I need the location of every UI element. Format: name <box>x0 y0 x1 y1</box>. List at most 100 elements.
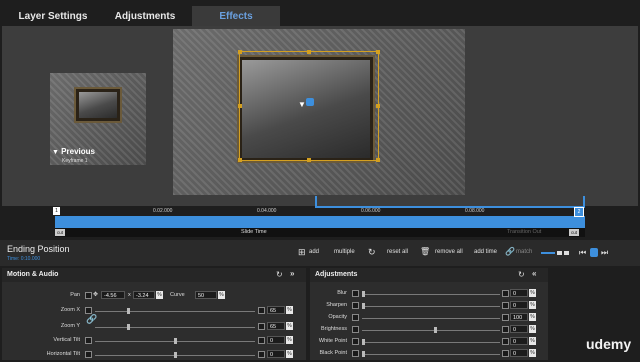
zoom-x-keyframe-checkbox[interactable] <box>85 307 92 314</box>
zoom-x-field[interactable]: 65 <box>267 306 285 314</box>
blur-lock-checkbox[interactable] <box>502 290 509 297</box>
white-point-lock-checkbox[interactable] <box>502 338 509 345</box>
brightness-keyframe-checkbox[interactable] <box>352 326 359 333</box>
timeline[interactable]: 0.02.000 0.04.000 0.06.000 0.08.000 Slid… <box>53 206 585 238</box>
zoom-x-unit: % <box>286 306 293 314</box>
resize-handle[interactable] <box>376 158 380 162</box>
selection-box[interactable]: ▼ <box>238 50 380 162</box>
white-point-keyframe-checkbox[interactable] <box>352 338 359 345</box>
horizontal-tilt-field[interactable]: 0 <box>267 350 285 358</box>
zoom-slider[interactable] <box>541 252 555 254</box>
curve-field[interactable]: 50 <box>195 291 217 299</box>
keyframe-end-marker[interactable]: 2 <box>574 207 584 217</box>
slide-track[interactable] <box>55 216 585 228</box>
reset-icon[interactable]: ↻ <box>368 247 376 258</box>
zoom-x-lock-checkbox[interactable] <box>258 307 265 314</box>
add-time-button[interactable]: add time <box>474 249 497 255</box>
horizontal-tilt-lock-checkbox[interactable] <box>258 351 265 358</box>
black-point-keyframe-checkbox[interactable] <box>352 350 359 357</box>
horizontal-tilt-slider[interactable] <box>95 352 255 358</box>
brightness-lock-checkbox[interactable] <box>502 326 509 333</box>
opacity-slider[interactable] <box>362 315 509 321</box>
white-point-slider[interactable] <box>362 339 500 345</box>
sharpen-field[interactable]: 0 <box>510 301 528 309</box>
trash-icon[interactable]: 🗑 <box>420 247 430 256</box>
udemy-watermark: udemy <box>586 336 632 352</box>
reset-all-button[interactable]: reset all <box>387 249 408 255</box>
match-button[interactable]: match <box>516 249 532 255</box>
resize-handle[interactable] <box>238 104 242 108</box>
reset-icon[interactable]: ↻ <box>276 270 283 279</box>
preview-area: ▼ Previous Keyframe 1 ▼ <box>2 26 638 206</box>
brightness-label: Brightness <box>321 326 347 332</box>
white-point-field[interactable]: 0 <box>510 337 528 345</box>
move-icon[interactable]: ✥ <box>93 291 98 298</box>
sharpen-keyframe-checkbox[interactable] <box>352 302 359 309</box>
brightness-slider[interactable] <box>362 327 500 333</box>
vertical-tilt-label: Vertical Tilt <box>53 337 80 343</box>
pan-keyframe-checkbox[interactable] <box>85 292 92 299</box>
multiple-button[interactable]: multiple <box>334 249 355 255</box>
view-toggle-icon[interactable] <box>557 251 562 255</box>
slide-time-label: Slide Time <box>241 229 267 235</box>
remove-all-button[interactable]: remove all <box>435 249 463 255</box>
collapse-icon[interactable]: « <box>532 269 536 278</box>
shield-icon: ▼ <box>52 149 59 156</box>
pan-y-field[interactable]: -3.24 <box>133 291 155 299</box>
keyframe-marker-icon[interactable] <box>306 98 314 106</box>
vertical-tilt-slider[interactable] <box>95 338 255 344</box>
resize-handle[interactable] <box>376 104 380 108</box>
vertical-tilt-lock-checkbox[interactable] <box>258 337 265 344</box>
next-keyframe-icon[interactable]: ⏭ <box>601 248 608 258</box>
tab-layer-settings[interactable]: Layer Settings <box>8 6 98 26</box>
curve-unit: % <box>218 291 225 299</box>
sharpen-lock-checkbox[interactable] <box>502 302 509 309</box>
reset-icon[interactable]: ↻ <box>518 270 525 279</box>
collapse-icon[interactable]: » <box>290 269 294 278</box>
cut-right-button[interactable]: cut <box>569 229 579 236</box>
previous-label: Previous <box>61 147 95 156</box>
black-point-field[interactable]: 0 <box>510 349 528 357</box>
timeline-tick: 0.02.000 <box>153 208 173 214</box>
vertical-tilt-keyframe-checkbox[interactable] <box>85 337 92 344</box>
resize-handle[interactable] <box>376 50 380 54</box>
pan-x-field[interactable]: -4.56 <box>101 291 125 299</box>
pan-label: Pan <box>70 292 80 298</box>
tab-adjustments[interactable]: Adjustments <box>100 6 190 26</box>
zoom-y-lock-checkbox[interactable] <box>258 323 265 330</box>
resize-handle[interactable] <box>307 158 311 162</box>
adjustments-header: Adjustments ↻ « <box>310 268 548 282</box>
blur-slider[interactable] <box>362 291 500 297</box>
cut-left-button[interactable]: cut <box>55 229 65 236</box>
black-point-lock-checkbox[interactable] <box>502 350 509 357</box>
tab-effects[interactable]: Effects <box>192 6 280 26</box>
horizontal-tilt-keyframe-checkbox[interactable] <box>85 351 92 358</box>
keyframe-shield-icon[interactable] <box>590 248 598 257</box>
add-button[interactable]: add <box>309 249 319 255</box>
opacity-field[interactable]: 100 <box>510 313 528 321</box>
main-canvas[interactable]: ▼ <box>173 29 465 195</box>
motion-title: Motion & Audio <box>7 271 59 278</box>
zoom-x-slider[interactable] <box>95 308 255 314</box>
zoom-y-field[interactable]: 65 <box>267 322 285 330</box>
blur-keyframe-checkbox[interactable] <box>352 290 359 297</box>
zoom-y-label: Zoom Y <box>60 323 80 329</box>
resize-handle[interactable] <box>238 158 242 162</box>
opacity-lock-checkbox[interactable] <box>502 314 509 321</box>
keyframe-start-marker[interactable]: 1 <box>53 207 60 215</box>
brightness-field[interactable]: 0 <box>510 325 528 333</box>
opacity-keyframe-checkbox[interactable] <box>352 314 359 321</box>
resize-handle[interactable] <box>307 50 311 54</box>
blur-field[interactable]: 0 <box>510 289 528 297</box>
black-point-slider[interactable] <box>362 351 500 357</box>
opacity-label: Opacity <box>328 314 347 320</box>
link-icon[interactable]: 🔗 <box>505 247 515 256</box>
prev-keyframe-icon[interactable]: ⏮ <box>579 248 586 258</box>
slide-time-bar[interactable]: Slide Time Transition Out <box>55 228 585 237</box>
view-toggle-icon[interactable] <box>564 251 569 255</box>
add-icon[interactable]: ⊞ <box>298 247 306 258</box>
sharpen-slider[interactable] <box>362 303 500 309</box>
zoom-y-slider[interactable] <box>95 324 255 330</box>
resize-handle[interactable] <box>238 50 242 54</box>
vertical-tilt-field[interactable]: 0 <box>267 336 285 344</box>
